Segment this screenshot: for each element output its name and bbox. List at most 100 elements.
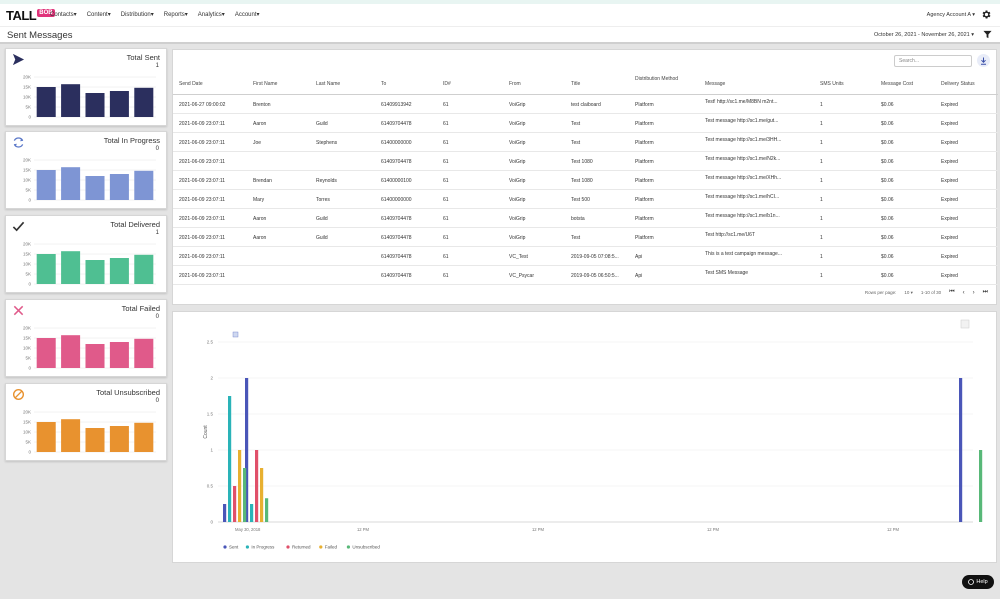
chart-menu-icon[interactable]: [960, 319, 970, 329]
table-row[interactable]: 2021-06-09 23:07:11 Mary Torres 61400000000…: [173, 190, 998, 209]
card-bar[interactable]: [134, 87, 154, 117]
card-bar[interactable]: [61, 251, 81, 284]
table-cell: 61409704478: [381, 121, 412, 127]
table-cell: 1: [820, 102, 823, 108]
table-cell: $0.06: [881, 235, 894, 241]
card-bar[interactable]: [85, 428, 105, 452]
card-bar[interactable]: [85, 93, 105, 117]
y-tick-label: 10K: [23, 430, 31, 435]
table-cell: 1: [820, 273, 823, 279]
column-header[interactable]: Title: [571, 73, 631, 87]
last-page-button[interactable]: ⏭: [983, 289, 988, 296]
card-bar[interactable]: [134, 254, 154, 284]
table-cell: Stephens: [316, 140, 338, 146]
card-bar[interactable]: [61, 335, 81, 368]
zoom-reset-icon[interactable]: [232, 331, 239, 338]
table-cell: 1: [820, 216, 823, 222]
card-bar[interactable]: [134, 422, 154, 452]
column-header[interactable]: ID#: [443, 73, 503, 87]
chart-bar-failed[interactable]: [238, 450, 242, 522]
chart-bar-unsubscribed[interactable]: [265, 498, 269, 522]
help-button[interactable]: Help: [962, 575, 994, 589]
card-bar[interactable]: [61, 167, 81, 200]
app-logo[interactable]: TALL BOB: [6, 8, 55, 23]
card-bar[interactable]: [36, 422, 56, 452]
nav-content[interactable]: Content▾: [87, 11, 111, 18]
next-page-button[interactable]: ›: [973, 290, 975, 296]
card-bar[interactable]: [36, 170, 56, 200]
table-search-input[interactable]: Search...: [894, 55, 972, 67]
card-bar[interactable]: [61, 419, 81, 452]
table-cell: 61: [443, 254, 449, 260]
legend-label[interactable]: In Progress: [251, 545, 275, 550]
table-row[interactable]: 2021-06-27 09:00:02 Brenton 61409913942 61 V…: [173, 95, 998, 114]
column-header[interactable]: Message: [705, 73, 805, 87]
chart-bar-returned[interactable]: [255, 450, 259, 522]
y-tick-label: 0: [28, 366, 31, 371]
card-bar[interactable]: [134, 170, 154, 200]
column-header[interactable]: SMS Units: [820, 73, 875, 87]
table-row[interactable]: 2021-06-09 23:07:11 Brendan Reynolds 614000…: [173, 171, 998, 190]
card-bar[interactable]: [36, 338, 56, 368]
card-bar[interactable]: [109, 91, 129, 117]
table-row[interactable]: 2021-06-09 23:07:11 61409704478 61 VC_Psyca…: [173, 266, 998, 285]
column-header[interactable]: Message Cost: [881, 73, 936, 87]
filter-icon[interactable]: [983, 30, 992, 39]
send-icon: [12, 53, 25, 66]
legend-label[interactable]: Unsubscribed: [352, 545, 380, 550]
nav-contacts[interactable]: Contacts▾: [50, 11, 77, 18]
chart-bar-sent[interactable]: [223, 504, 227, 522]
table-cell: VoiGrip: [509, 178, 526, 184]
table-row[interactable]: 2021-06-09 23:07:11 61409704478 61 VoiGrip T…: [173, 152, 998, 171]
column-header[interactable]: First Name: [253, 73, 313, 87]
chart-bar-failed[interactable]: [260, 468, 264, 522]
table-row[interactable]: 2021-06-09 23:07:11 Aaron Guild 61409704478…: [173, 209, 998, 228]
legend-label[interactable]: Failed: [325, 545, 338, 550]
table-cell: 61409704478: [381, 254, 412, 260]
legend-label[interactable]: Returned: [292, 545, 311, 550]
column-header[interactable]: Send Date: [179, 73, 251, 87]
nav-distribution[interactable]: Distribution▾: [121, 11, 154, 18]
nav-reports[interactable]: Reports▾: [164, 11, 188, 18]
chart-bar-sent[interactable]: [959, 378, 963, 522]
card-bar[interactable]: [109, 174, 129, 200]
card-bar[interactable]: [61, 84, 81, 117]
card-bar[interactable]: [36, 87, 56, 117]
table-row[interactable]: 2021-06-09 23:07:11 61409704478 61 VC_Test 2…: [173, 247, 998, 266]
card-bar[interactable]: [109, 258, 129, 284]
chart-bar-unsubscribed[interactable]: [979, 450, 983, 522]
card-bar[interactable]: [85, 344, 105, 368]
card-bar[interactable]: [109, 426, 129, 452]
chart-bar-returned[interactable]: [233, 486, 237, 522]
legend-marker: [286, 545, 290, 549]
y-tick-label: 0: [28, 282, 31, 287]
rows-per-page-select[interactable]: 10 ▾: [904, 290, 913, 296]
nav-analytics[interactable]: Analytics▾: [198, 11, 225, 18]
table-row[interactable]: 2021-06-09 23:07:11 Aaron Guild 61409704478…: [173, 114, 998, 133]
column-header[interactable]: Delivery Status: [941, 73, 996, 87]
account-selector[interactable]: Agency Account A ▾: [927, 12, 975, 18]
column-header[interactable]: Last Name: [316, 73, 376, 87]
column-header[interactable]: To: [381, 73, 441, 87]
table-row[interactable]: 2021-06-09 23:07:11 Aaron Guild 61409704478…: [173, 228, 998, 247]
column-header[interactable]: From: [509, 73, 569, 87]
card-bar[interactable]: [85, 176, 105, 200]
first-page-button[interactable]: ⏮: [949, 289, 954, 296]
gear-icon[interactable]: [981, 9, 992, 20]
card-bar[interactable]: [36, 254, 56, 284]
card-bar[interactable]: [134, 338, 154, 368]
nav-account[interactable]: Account▾: [235, 11, 260, 18]
card-bar[interactable]: [85, 260, 105, 284]
download-button[interactable]: [977, 54, 990, 67]
chart-bar-unsubscribed[interactable]: [243, 468, 247, 522]
date-range-picker[interactable]: October 26, 2021 - November 26, 2021 ▾: [874, 32, 974, 38]
column-header[interactable]: Distribution Method: [635, 73, 700, 82]
card-bar[interactable]: [109, 342, 129, 368]
chart-bar-in-progress[interactable]: [228, 396, 232, 522]
card-value: 1: [155, 230, 159, 236]
table-row[interactable]: 2021-06-09 23:07:11 Joe Stephens 6140000000…: [173, 133, 998, 152]
table-cell: $0.06: [881, 102, 894, 108]
legend-label[interactable]: Sent: [229, 545, 239, 550]
prev-page-button[interactable]: ‹: [963, 290, 965, 296]
chart-bar-in-progress[interactable]: [250, 504, 254, 522]
